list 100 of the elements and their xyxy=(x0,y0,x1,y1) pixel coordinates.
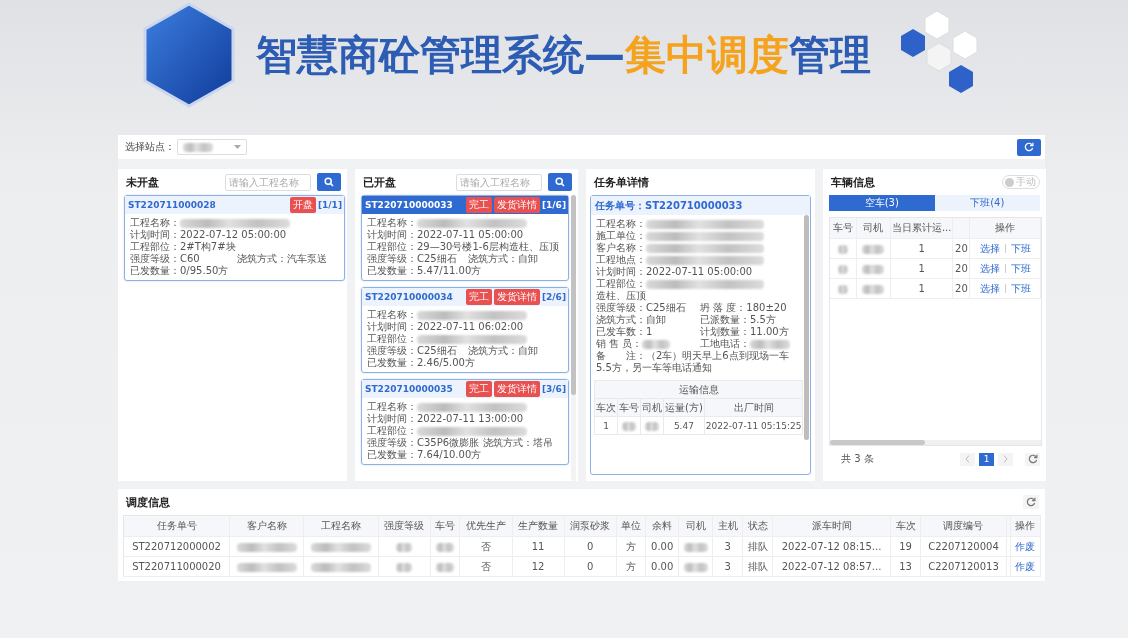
task-card[interactable]: ST220711000028 开盘 [1/1] 工程名称： 计划时间：2022-07-12 05:00:00 工程部位：2#T构7#块 强度等级：C60 浇筑方式：汽车泵送 已发数量：0/95.50方 xyxy=(124,195,345,281)
chevron-left-icon xyxy=(965,455,970,463)
column-header: 车号 xyxy=(830,218,857,239)
field-text: 浇筑方式：自卸 xyxy=(467,253,538,264)
tab[interactable]: 下班(4) xyxy=(934,195,1040,211)
field-text: 计划时间：2022-07-11 05:00:00 xyxy=(596,266,753,277)
caret-icon xyxy=(234,145,241,149)
blurred-text xyxy=(396,542,413,552)
search-icon xyxy=(324,177,334,187)
action-link[interactable]: 下班 xyxy=(1010,262,1031,274)
refresh-icon xyxy=(1024,142,1034,152)
table-cell: 否 xyxy=(459,556,512,577)
total-count: 共 3 条 xyxy=(841,452,874,466)
card-code: ST220711000028 xyxy=(128,200,216,210)
column-header: 调度编号 xyxy=(920,515,1007,537)
action-link[interactable]: 选择 xyxy=(979,282,1000,294)
field-label: 工程部位： xyxy=(367,333,417,344)
column-header: 客户名称 xyxy=(229,515,304,537)
task-card[interactable]: ST220710000035 完工 发货详情 [3/6] 工程名称： 计划时间：2022-07-11 13:00:00 工程部位： 强度等级：C35P6微膨胀 浇筑方式：塔吊 已发数量：7.64/10.00方 xyxy=(361,379,569,465)
card-position: [1/6] xyxy=(541,200,566,210)
field-text: 坍 落 度：180±20 xyxy=(700,302,787,313)
refresh-button[interactable] xyxy=(1023,495,1039,509)
action-link[interactable]: 选择 xyxy=(979,262,1000,274)
field-text: 工程部位：2#T构7#块 xyxy=(130,241,236,252)
column-header: 车次 xyxy=(890,515,921,537)
search-button[interactable] xyxy=(317,173,341,191)
refresh-button[interactable] xyxy=(1025,452,1040,466)
card-button[interactable]: 完工 xyxy=(465,289,492,305)
table-cell: 0.00 xyxy=(646,556,679,577)
field-label: 工程地点： xyxy=(596,254,646,265)
table-cell: 5.47 xyxy=(663,416,705,435)
field-label: 施工单位： xyxy=(596,230,646,241)
field-text: 已发数量：0/95.50方 xyxy=(130,265,229,276)
column-header: 主机 xyxy=(712,515,743,537)
column-header: 单位 xyxy=(616,515,646,537)
table-cell: C2207120013 xyxy=(920,556,1007,577)
task-card[interactable]: ST220710000034 完工 发货详情 [2/6] 工程名称： 计划时间：2022-07-11 06:02:00 工程部位： 强度等级：C25细石 浇筑方式：自卸 已发数量：2.46/5.00方 xyxy=(361,287,569,373)
refresh-icon xyxy=(1026,497,1036,507)
field-label: 工程部位： xyxy=(596,278,646,289)
action-link[interactable]: 下班 xyxy=(1010,282,1031,294)
field-text: 强度等级：C35P6微膨胀 xyxy=(367,437,480,448)
column-header: 优先生产 xyxy=(459,515,512,537)
panel-title: 任务单详情 xyxy=(594,174,649,190)
card-header: 任务单号：ST220710000033 xyxy=(591,196,810,215)
card-button[interactable]: 完工 xyxy=(465,197,492,213)
table-cell: ST220712000002 xyxy=(123,536,230,557)
refresh-button[interactable] xyxy=(1017,138,1041,156)
table-cell: 0 xyxy=(564,536,617,557)
field-text: 强度等级：C25细石 xyxy=(596,302,686,313)
task-card[interactable]: ST220710000033 完工 发货详情 [1/6] 工程名称： 计划时间：2022-07-11 05:00:00 工程部位：29—30号楼1-6层构造柱、压顶 强度等级：C25细石 浇筑方式：自卸 已发数量：5.47/11.00方 xyxy=(361,195,569,281)
table-cell: 20 xyxy=(952,278,970,299)
table-cell: 3 xyxy=(712,536,743,557)
field-text: 强度等级：C25细石 xyxy=(367,253,457,264)
field-label: 工程名称： xyxy=(367,401,417,412)
field-label: 工程名称： xyxy=(130,217,180,228)
action-link[interactable]: 作废 xyxy=(1015,540,1036,552)
card-code: ST220710000034 xyxy=(365,292,453,302)
search-button[interactable] xyxy=(548,173,572,191)
action-link[interactable]: 作废 xyxy=(1015,560,1036,572)
card-button[interactable]: 发货详情 xyxy=(493,381,540,397)
table-cell: 方 xyxy=(616,556,646,577)
table-cell: 20 xyxy=(952,258,970,279)
search-icon xyxy=(555,177,565,187)
card-button[interactable]: 发货详情 xyxy=(493,197,540,213)
blurred-text xyxy=(436,542,454,552)
blurred-text xyxy=(436,562,454,572)
card-button[interactable]: 发货详情 xyxy=(493,289,540,305)
field-text: 强度等级：C25细石 xyxy=(367,345,457,356)
field-label: 选择站点： xyxy=(125,140,175,154)
panel-title: 已开盘 xyxy=(363,174,396,190)
page-button[interactable]: 1 xyxy=(979,452,994,466)
blurred-text xyxy=(236,542,297,552)
action-link[interactable]: 下班 xyxy=(1010,242,1031,254)
column-header: 任务单号 xyxy=(123,515,230,537)
refresh-icon xyxy=(1027,454,1038,464)
column-header: 强度等级 xyxy=(378,515,431,537)
column-header: 润泵砂浆 xyxy=(564,515,617,537)
search-field[interactable]: 请输入工程名称 xyxy=(456,173,542,191)
table-cell: 2022-07-12 08:57... xyxy=(772,556,891,577)
search-field[interactable]: 请输入工程名称 xyxy=(225,173,311,191)
column-header: 司机 xyxy=(678,515,713,537)
field-text: 计划时间：2022-07-11 06:02:00 xyxy=(367,321,524,332)
field-text: 浇筑方式：塔吊 xyxy=(483,437,554,448)
column-header: 当日累计运... xyxy=(890,218,953,239)
column-header: 派车时间 xyxy=(772,515,891,537)
action-link[interactable]: 选择 xyxy=(979,242,1000,254)
field-label: 客户名称： xyxy=(596,242,646,253)
page-title: 智慧商砼管理系统—集中调度管理 xyxy=(256,29,871,81)
card-button[interactable]: 开盘 xyxy=(289,197,316,213)
table-cell: 1 xyxy=(594,416,618,435)
blurred-text xyxy=(622,421,636,431)
table-cell: 否 xyxy=(459,536,512,557)
field-text: 浇筑方式：自卸 xyxy=(467,345,538,356)
table-cell: 3 xyxy=(712,556,743,577)
column-header: 生产数量 xyxy=(512,515,565,537)
blurred-text xyxy=(683,562,708,572)
table-cell: 0.00 xyxy=(646,536,679,557)
field-value: 造柱、压顶 xyxy=(596,290,647,302)
tab[interactable]: 空车(3) xyxy=(829,195,935,211)
card-button[interactable]: 完工 xyxy=(465,381,492,397)
